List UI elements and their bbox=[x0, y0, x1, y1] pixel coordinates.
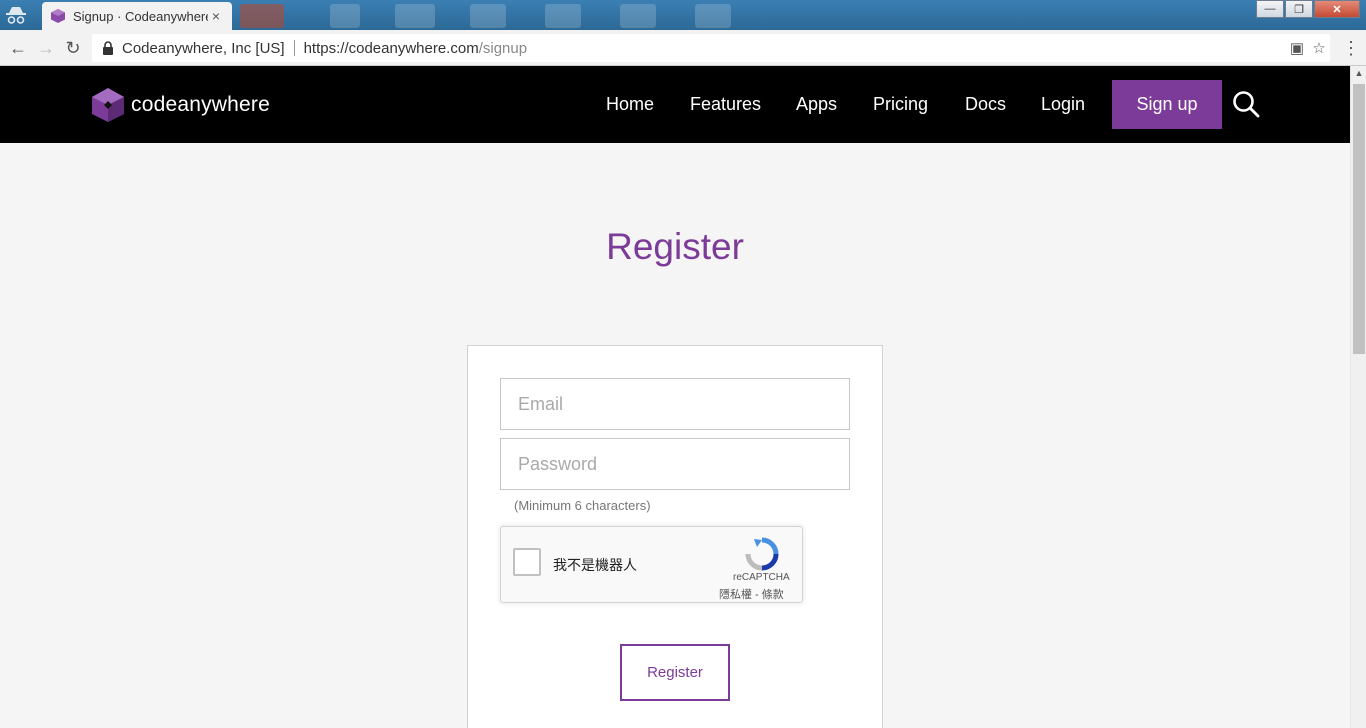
recaptcha-checkbox[interactable] bbox=[513, 548, 541, 576]
nav-apps[interactable]: Apps bbox=[796, 66, 837, 143]
recaptcha-privacy-terms-link[interactable]: 隱私權 - 條款 bbox=[719, 586, 784, 602]
nav-home[interactable]: Home bbox=[606, 66, 654, 143]
recaptcha-logo-icon bbox=[745, 537, 779, 571]
background-thumbnail bbox=[620, 4, 656, 28]
restore-button[interactable]: ❐ bbox=[1285, 0, 1313, 18]
close-window-button[interactable]: ✕ bbox=[1314, 0, 1360, 18]
nav-link[interactable]: Home bbox=[606, 94, 654, 115]
nav-login[interactable]: Login bbox=[1041, 66, 1085, 143]
background-thumbnail bbox=[545, 4, 581, 28]
url-path: /signup bbox=[478, 39, 528, 57]
codeanywhere-logo-icon bbox=[92, 88, 124, 122]
nav-link[interactable]: Features bbox=[690, 94, 761, 115]
nav-link[interactable]: Pricing bbox=[873, 94, 928, 115]
password-hint: (Minimum 6 characters) bbox=[514, 498, 651, 513]
recaptcha-label: 我不是機器人 bbox=[553, 557, 637, 573]
forward-icon[interactable]: → bbox=[36, 38, 56, 58]
scroll-up-icon[interactable]: ▲ bbox=[1354, 68, 1364, 78]
background-thumbnail bbox=[240, 4, 284, 28]
codeanywhere-favicon-icon bbox=[51, 9, 65, 23]
register-button[interactable]: Register bbox=[620, 644, 730, 701]
search-icon[interactable] bbox=[1232, 90, 1260, 118]
background-thumbnail bbox=[330, 4, 360, 28]
browser-titlebar: Signup · Codeanywhere × — ❐ ✕ bbox=[0, 0, 1366, 30]
address-separator bbox=[293, 40, 295, 56]
background-thumbnail bbox=[470, 4, 506, 28]
star-icon[interactable]: ☆ bbox=[1308, 39, 1330, 57]
background-thumbnail bbox=[395, 4, 435, 28]
back-icon[interactable]: ← bbox=[8, 38, 28, 58]
url-base: https://codeanywhere.com bbox=[303, 39, 479, 57]
signup-button[interactable]: Sign up bbox=[1112, 80, 1222, 129]
recaptcha-brand: reCAPTCHA bbox=[733, 572, 790, 583]
register-form-card: (Minimum 6 characters) 我不是機器人 reCAPTCHA … bbox=[467, 345, 883, 728]
recaptcha-widget: 我不是機器人 reCAPTCHA 隱私權 - 條款 bbox=[500, 526, 803, 603]
site-logo[interactable]: codeanywhere bbox=[90, 87, 270, 123]
site-identity: Codeanywhere, Inc [US] bbox=[122, 39, 285, 57]
page-title: Register bbox=[606, 226, 744, 267]
scrollbar-thumb[interactable] bbox=[1353, 84, 1365, 354]
tab-title: Signup · Codeanywhere bbox=[73, 8, 208, 24]
nav-features[interactable]: Features bbox=[690, 66, 761, 143]
nav-link[interactable]: Docs bbox=[965, 94, 1006, 115]
window-controls: — ❐ ✕ bbox=[1255, 0, 1360, 18]
site-header: codeanywhere Home Features Apps Pricing … bbox=[0, 66, 1350, 143]
tab-close-icon[interactable]: × bbox=[208, 8, 224, 24]
reload-icon[interactable]: ↻ bbox=[63, 38, 83, 58]
nav-link[interactable]: Apps bbox=[796, 94, 837, 115]
browser-toolbar: ← → ↻ Codeanywhere, Inc [US] https://cod… bbox=[0, 30, 1366, 66]
password-input[interactable] bbox=[500, 438, 850, 490]
nav-link[interactable]: Login bbox=[1041, 94, 1085, 115]
minimize-button[interactable]: — bbox=[1256, 0, 1284, 18]
incognito-icon bbox=[6, 7, 26, 24]
page-scrollbar[interactable]: ▲ bbox=[1350, 66, 1366, 728]
lock-icon bbox=[103, 41, 113, 55]
menu-icon[interactable]: ⋮ bbox=[1342, 38, 1360, 58]
background-thumbnail bbox=[695, 4, 731, 28]
translate-icon[interactable]: ▣ bbox=[1286, 39, 1308, 57]
browser-tab-active[interactable]: Signup · Codeanywhere × bbox=[42, 2, 232, 30]
email-input[interactable] bbox=[500, 378, 850, 430]
logo-text: codeanywhere bbox=[131, 93, 270, 116]
nav-docs[interactable]: Docs bbox=[965, 66, 1006, 143]
nav-pricing[interactable]: Pricing bbox=[873, 66, 928, 143]
address-bar[interactable]: Codeanywhere, Inc [US] https://codeanywh… bbox=[92, 34, 1330, 62]
